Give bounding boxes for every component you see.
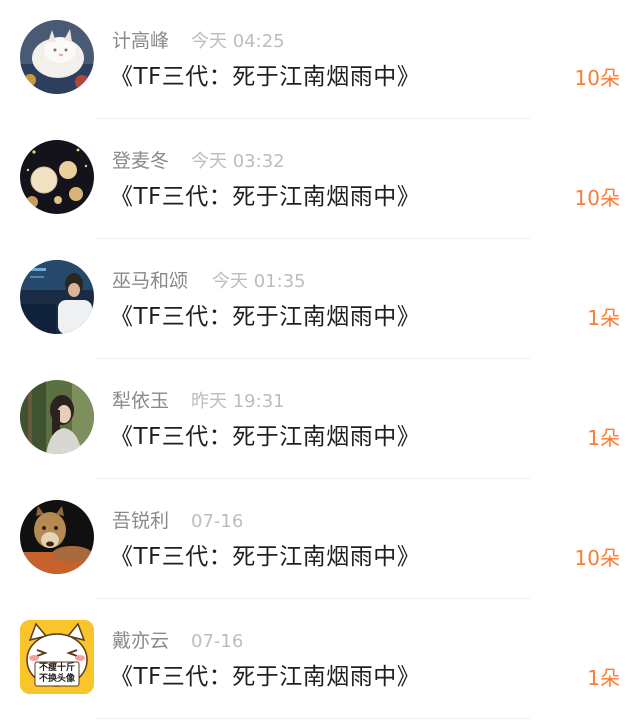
user-name: 吾锐利 [112,510,170,532]
divider [96,598,530,599]
gift-record-list: 计高峰 今天 04:25 《TF三代：死于江南烟雨中》 10朵 登麦冬 今天 0… [0,0,640,719]
lanterns-night-avatar[interactable] [20,140,94,214]
list-item[interactable]: 登麦冬 今天 03:32 《TF三代：死于江南烟雨中》 10朵 [0,120,640,240]
flower-count: 1朵 [587,306,620,330]
cougar-avatar[interactable] [20,500,94,574]
night-person-avatar[interactable] [20,260,94,334]
flower-count: 1朵 [587,666,620,690]
divider [96,238,530,239]
girl-forest-avatar[interactable] [20,380,94,454]
book-title: 《TF三代：死于江南烟雨中》 [110,664,421,690]
divider [96,358,530,359]
flower-count: 10朵 [574,186,620,210]
divider [96,478,530,479]
user-name: 计高峰 [112,30,170,52]
timestamp: 07-16 [191,511,244,532]
flower-count: 1朵 [587,426,620,450]
timestamp: 今天 01:35 [212,271,306,292]
book-title: 《TF三代：死于江南烟雨中》 [110,304,421,330]
list-item[interactable]: 犁依玉 昨天 19:31 《TF三代：死于江南烟雨中》 1朵 [0,360,640,480]
timestamp: 07-16 [191,631,244,652]
book-title: 《TF三代：死于江南烟雨中》 [110,64,421,90]
list-item[interactable]: 吾锐利 07-16 《TF三代：死于江南烟雨中》 10朵 [0,480,640,600]
book-title: 《TF三代：死于江南烟雨中》 [110,544,421,570]
divider [96,118,530,119]
flower-count: 10朵 [574,546,620,570]
user-name: 戴亦云 [112,630,170,652]
book-title: 《TF三代：死于江南烟雨中》 [110,424,421,450]
user-name: 巫马和颂 [112,270,189,292]
white-kitten-avatar[interactable] [20,20,94,94]
timestamp: 今天 03:32 [191,151,285,172]
book-title: 《TF三代：死于江南烟雨中》 [110,184,421,210]
timestamp: 今天 04:25 [191,31,285,52]
user-name: 犁依玉 [112,390,170,412]
list-item[interactable]: 计高峰 今天 04:25 《TF三代：死于江南烟雨中》 10朵 [0,0,640,120]
list-item[interactable]: 巫马和颂 今天 01:35 《TF三代：死于江南烟雨中》 1朵 [0,240,640,360]
list-item[interactable]: 不瘦十斤 不换头像 戴亦云 07-16 《TF三代：死于江南烟雨中》 1朵 [0,600,640,720]
flower-count: 10朵 [574,66,620,90]
timestamp: 昨天 19:31 [191,391,285,412]
cartoon-cat-avatar[interactable]: 不瘦十斤 不换头像 [20,620,94,694]
user-name: 登麦冬 [112,150,170,172]
avatar-caption: 不瘦十斤 不换头像 [38,663,75,684]
